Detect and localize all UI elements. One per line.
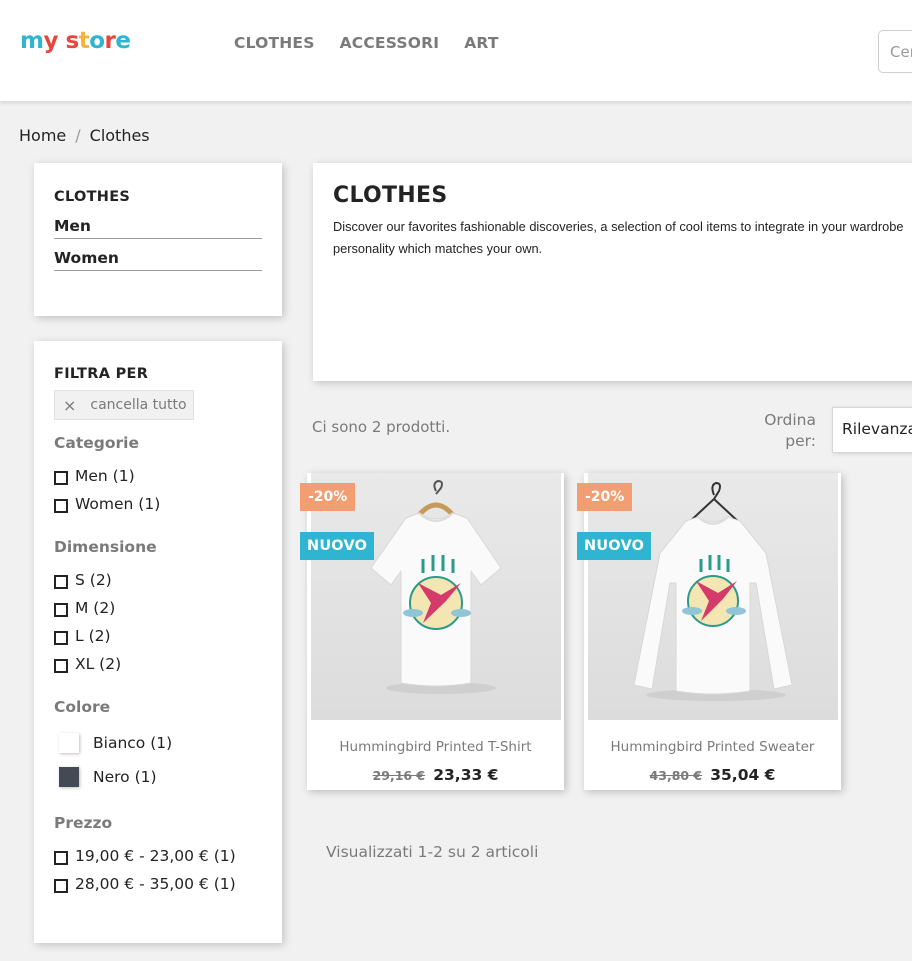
facet-option-label: M (2)	[75, 599, 116, 617]
product-price: 43,80 € 35,04 €	[584, 765, 841, 784]
facet-option-label: S (2)	[75, 571, 112, 589]
product-card[interactable]: -20% NUOVO Hummingbird Printed Sweater 4…	[577, 473, 841, 790]
facet-option-label: Nero (1)	[93, 768, 157, 786]
top-menu: CLOTHES ACCESSORI ART	[234, 34, 524, 52]
checkbox[interactable]	[54, 574, 68, 589]
facet-option-nero[interactable]: Nero (1)	[54, 760, 262, 794]
facet-option-price-2[interactable]: 28,00 € - 35,00 € (1)	[54, 870, 262, 898]
product-count: Ci sono 2 prodotti.	[312, 418, 451, 436]
regular-price: 43,80 €	[649, 768, 703, 783]
sale-price: 35,04 €	[710, 766, 776, 784]
color-swatch-black[interactable]	[59, 767, 79, 787]
logo-letter: y	[43, 28, 58, 54]
close-icon: ×	[63, 395, 77, 415]
facet-title-colore: Colore	[54, 698, 111, 716]
facet-option-label: Bianco (1)	[93, 734, 173, 752]
product-price: 29,16 € 23,33 €	[307, 765, 564, 784]
product-name[interactable]: Hummingbird Printed T-Shirt	[307, 739, 564, 755]
checkbox[interactable]	[54, 602, 68, 617]
breadcrumb-home[interactable]: Home	[19, 126, 66, 145]
sort-label: Ordina per:	[764, 411, 816, 450]
checkbox[interactable]	[54, 630, 68, 645]
category-tree-title[interactable]: CLOTHES	[54, 189, 262, 205]
facet-option-women[interactable]: Women (1)	[54, 490, 262, 518]
facet-option-bianco[interactable]: Bianco (1)	[54, 726, 262, 760]
facet-option-s[interactable]: S (2)	[54, 566, 262, 594]
breadcrumb-current[interactable]: Clothes	[90, 126, 150, 145]
logo-letter	[58, 28, 66, 54]
logo-letter: e	[115, 28, 131, 54]
facet-option-label: XL (2)	[75, 655, 122, 673]
regular-price: 29,16 €	[372, 768, 426, 783]
category-title: CLOTHES	[333, 183, 448, 208]
logo-letter: r	[104, 28, 116, 54]
checkbox[interactable]	[54, 878, 68, 893]
discount-badge: -20%	[300, 483, 356, 511]
facets-panel: FILTRA PER × cancella tutto Categorie Me…	[34, 341, 282, 943]
logo-letter: t	[78, 28, 90, 54]
facet-option-label: 28,00 € - 35,00 € (1)	[75, 875, 236, 893]
new-badge: NUOVO	[577, 532, 652, 560]
facet-title-categorie: Categorie	[54, 434, 139, 452]
facet-option-m[interactable]: M (2)	[54, 594, 262, 622]
checkbox[interactable]	[54, 498, 68, 513]
clear-all-label: cancella tutto	[90, 397, 187, 413]
logo-letter: o	[89, 28, 105, 54]
description-line: Discover our favorites fashionable disco…	[333, 219, 904, 234]
facet-option-label: L (2)	[75, 627, 111, 645]
category-link-women[interactable]: Women	[54, 249, 262, 271]
menu-item-clothes[interactable]: CLOTHES	[234, 34, 315, 52]
pagination-summary: Visualizzati 1-2 su 2 articoli	[326, 843, 539, 861]
new-badge: NUOVO	[300, 532, 375, 560]
store-logo[interactable]: my store	[20, 28, 131, 54]
color-swatch-white[interactable]	[59, 733, 79, 753]
facet-option-label: Women (1)	[75, 495, 161, 513]
category-link-men[interactable]: Men	[54, 217, 262, 239]
logo-letter: s	[65, 28, 79, 54]
breadcrumb-separator: /	[75, 126, 81, 145]
facet-option-l[interactable]: L (2)	[54, 622, 262, 650]
facet-title-dimensione: Dimensione	[54, 538, 157, 556]
menu-item-accessori[interactable]: ACCESSORI	[340, 34, 440, 52]
menu-item-art[interactable]: ART	[464, 34, 498, 52]
checkbox[interactable]	[54, 658, 68, 673]
breadcrumb: Home / Clothes	[19, 126, 150, 145]
checkbox[interactable]	[54, 850, 68, 865]
facet-option-label: 19,00 € - 23,00 € (1)	[75, 847, 236, 865]
checkbox[interactable]	[54, 470, 68, 485]
search-input[interactable]: Cerca	[878, 30, 912, 73]
category-tree: CLOTHES Men Women	[34, 163, 282, 316]
product-name[interactable]: Hummingbird Printed Sweater	[584, 739, 841, 755]
clear-all-button[interactable]: × cancella tutto	[54, 390, 194, 420]
facet-option-price-1[interactable]: 19,00 € - 23,00 € (1)	[54, 842, 262, 870]
facet-option-label: Men (1)	[75, 467, 135, 485]
facet-option-men[interactable]: Men (1)	[54, 462, 262, 490]
discount-badge: -20%	[577, 483, 633, 511]
category-description: CLOTHES Discover our favorites fashionab…	[313, 163, 912, 381]
product-card[interactable]: -20% NUOVO Hummingbird Printed T-Shirt 2…	[300, 473, 564, 790]
description-line: personality which matches your own.	[333, 241, 543, 256]
facet-option-xl[interactable]: XL (2)	[54, 650, 262, 678]
logo-letter: m	[20, 28, 44, 54]
facet-title-prezzo: Prezzo	[54, 814, 113, 832]
sale-price: 23,33 €	[433, 766, 499, 784]
header: my store CLOTHES ACCESSORI ART Cerca	[0, 0, 912, 101]
sort-dropdown[interactable]: Rilevanza	[832, 407, 912, 453]
facets-title: FILTRA PER	[54, 366, 149, 382]
